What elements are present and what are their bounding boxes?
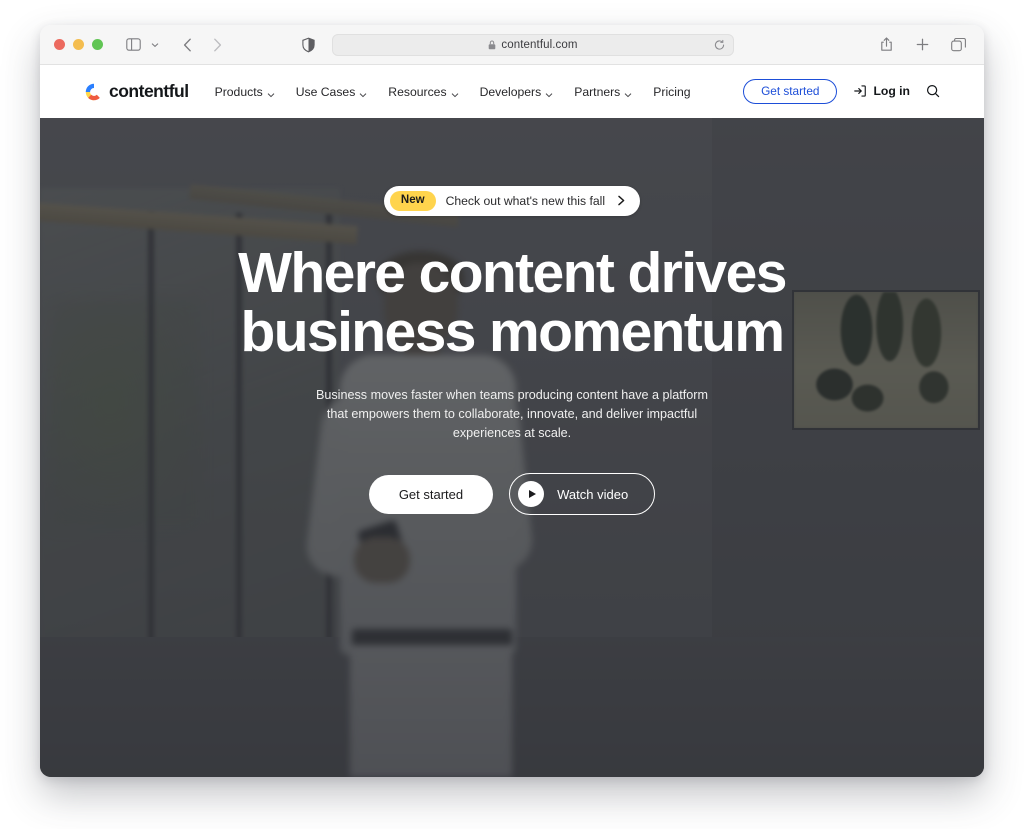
minimize-window-button[interactable] [73,39,84,50]
chevron-down-icon[interactable] [148,33,162,57]
privacy-shield-icon[interactable] [302,37,315,52]
login-button[interactable]: Log in [853,84,910,98]
search-icon[interactable] [926,84,940,98]
announcement-text: Check out what's new this fall [445,193,606,208]
page-title: Where content drives business momentum [238,240,787,364]
login-label: Log in [873,84,910,99]
main-navigation: Products Use Cases Resources Developers … [215,85,691,99]
nav-item-pricing[interactable]: Pricing [653,85,690,99]
get-started-button[interactable]: Get started [743,78,838,105]
forward-button[interactable] [205,33,229,57]
nav-item-developers[interactable]: Developers [480,85,554,99]
maximize-window-button[interactable] [92,39,103,50]
play-icon [518,481,545,508]
site-header: contentful Products Use Cases Resources … [40,65,984,118]
nav-label: Products [214,84,263,99]
close-window-button[interactable] [54,39,65,50]
tabs-icon[interactable] [946,33,970,57]
chevron-down-icon [359,88,367,97]
toolbar-right-group [874,33,970,57]
contentful-logo-icon [84,82,104,102]
status-badge: New [389,191,436,211]
announcement-banner[interactable]: New Check out what's new this fall [383,186,641,216]
nav-item-partners[interactable]: Partners [574,85,632,99]
hero-content: New Check out what's new this fall Where… [40,118,984,777]
new-tab-icon[interactable] [910,33,934,57]
window-controls [54,39,103,50]
lock-icon [488,40,496,50]
browser-window: contentful.com contentful Products Use C… [40,25,984,777]
brand-logo[interactable]: contentful [84,81,189,102]
nav-label: Pricing [653,84,691,99]
hero-get-started-button[interactable]: Get started [368,474,494,514]
header-actions: Get started Log in [743,78,940,105]
hero-title-line-1: Where content drives [238,240,787,305]
login-arrow-icon [853,84,867,98]
hero-watch-video-label: Watch video [557,486,629,502]
chevron-down-icon [624,88,632,97]
nav-item-resources[interactable]: Resources [388,85,458,99]
hero-section: New Check out what's new this fall Where… [40,118,984,777]
share-icon[interactable] [874,33,898,57]
back-button[interactable] [175,33,199,57]
browser-toolbar: contentful.com [40,25,984,65]
chevron-down-icon [545,88,553,97]
nav-item-use-cases[interactable]: Use Cases [296,85,368,99]
brand-name: contentful [109,81,189,101]
address-bar[interactable]: contentful.com [332,33,734,56]
nav-label: Partners [574,84,621,99]
hero-title-line-2: business momentum [240,299,786,364]
nav-label: Developers [479,84,542,99]
address-bar-url: contentful.com [501,38,578,51]
screenshot-root: contentful.com contentful Products Use C… [0,0,1024,829]
nav-label: Resources [388,84,447,99]
toolbar-left-group [121,33,229,57]
nav-item-products[interactable]: Products [215,85,275,99]
chevron-down-icon [451,88,459,97]
hero-cta-group: Get started Watch video [368,473,656,516]
chevron-down-icon [267,88,275,97]
web-page: contentful Products Use Cases Resources … [40,65,984,777]
sidebar-icon[interactable] [121,33,145,57]
reload-icon[interactable] [714,39,725,50]
hero-watch-video-button[interactable]: Watch video [509,473,656,516]
chevron-right-icon [617,195,626,206]
hero-subtitle: Business moves faster when teams produci… [315,388,708,441]
nav-label: Use Cases [295,84,356,99]
